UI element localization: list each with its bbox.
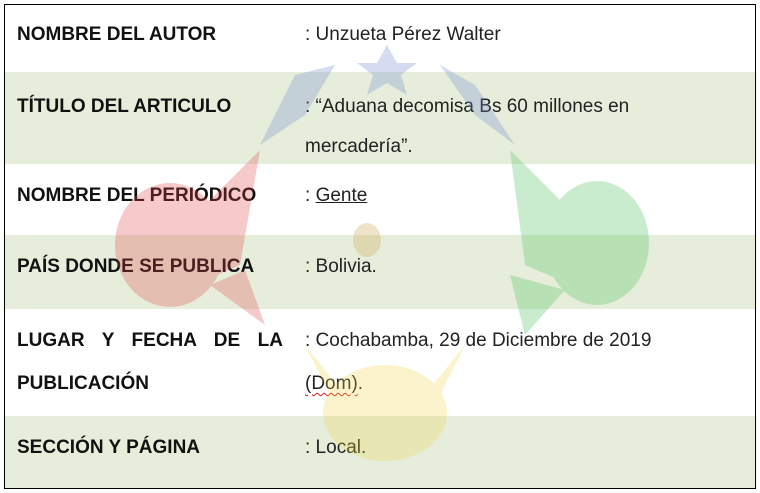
row-country: PAÍS DONDE SE PUBLICA : Bolivia. bbox=[5, 235, 755, 309]
value-newspaper-prefix: : bbox=[305, 185, 316, 206]
row-place-date: LUGAR Y FECHA DE LA PUBLICACIÓN : Cochab… bbox=[5, 309, 755, 416]
label-place-date-line1: LUGAR Y FECHA DE LA bbox=[17, 330, 283, 351]
label-title: TÍTULO DEL ARTICULO bbox=[17, 96, 232, 117]
label-place-date-line2: PUBLICACIÓN bbox=[17, 373, 149, 394]
value-newspaper: : Gente bbox=[305, 176, 735, 216]
row-author: NOMBRE DEL AUTOR : Unzueta Pérez Walter bbox=[5, 5, 755, 72]
value-author: : Unzueta Pérez Walter bbox=[305, 24, 501, 45]
value-country: : Bolivia. bbox=[305, 256, 377, 277]
newspaper-name-link: Gente bbox=[315, 185, 368, 206]
value-place-date-line2: (Dom). bbox=[305, 364, 735, 404]
label-author: NOMBRE DEL AUTOR bbox=[17, 24, 217, 45]
document-table: NOMBRE DEL AUTOR : Unzueta Pérez Walter … bbox=[4, 4, 756, 489]
row-section: SECCIÓN Y PÁGINA : Local. bbox=[5, 416, 755, 488]
label-section: SECCIÓN Y PÁGINA bbox=[17, 437, 201, 458]
label-country: PAÍS DONDE SE PUBLICA bbox=[17, 256, 255, 277]
label-newspaper: NOMBRE DEL PERIÓDICO bbox=[17, 185, 257, 206]
spellcheck-word: (Dom) bbox=[305, 373, 358, 394]
value-section: : Local. bbox=[305, 437, 367, 458]
value-place-date-period: . bbox=[357, 373, 364, 394]
row-title: TÍTULO DEL ARTICULO : “Aduana decomisa B… bbox=[5, 72, 755, 164]
value-place-date-line1: : Cochabamba, 29 de Diciembre de 2019 bbox=[305, 330, 652, 351]
value-title-line1: : “Aduana decomisa Bs 60 millones en bbox=[305, 96, 630, 117]
value-title-line2: mercadería”. bbox=[305, 136, 413, 157]
row-newspaper: NOMBRE DEL PERIÓDICO : Gente bbox=[5, 164, 755, 235]
